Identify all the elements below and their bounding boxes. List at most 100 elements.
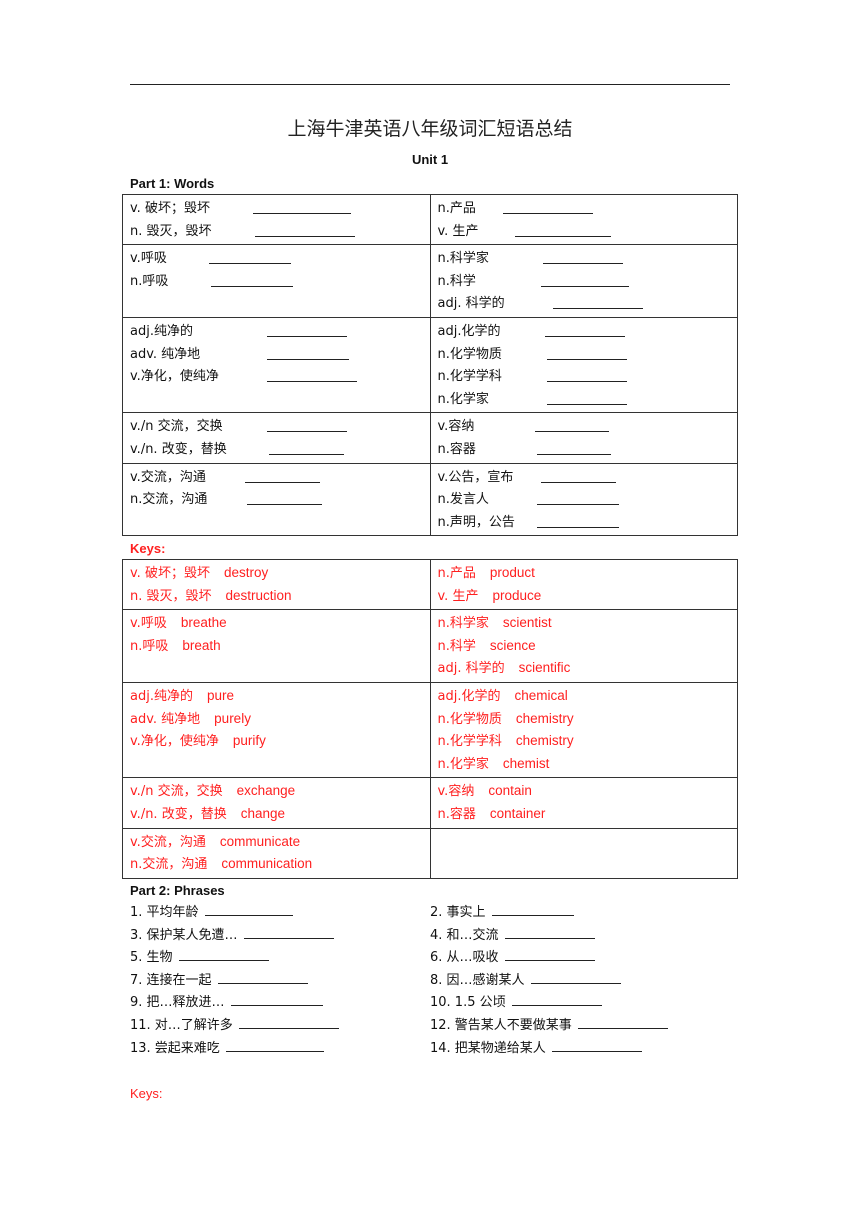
word-entry: v. 生产 bbox=[438, 220, 731, 243]
answer-blank[interactable] bbox=[540, 270, 629, 287]
word-entry: n.交流，沟通 bbox=[130, 488, 423, 511]
word-entry: n.发言人 bbox=[438, 488, 731, 511]
word-group-cell-left: v.呼吸 n.呼吸 bbox=[122, 244, 431, 318]
key-group-cell-left: v./n 交流，交换 exchange v./n. 改变，替换 change bbox=[122, 777, 431, 829]
answer-blank[interactable] bbox=[245, 466, 320, 483]
answer-blank[interactable] bbox=[238, 1014, 339, 1029]
key-definition: n.化学物质 bbox=[437, 711, 502, 727]
word-entry: v.交流，沟通 bbox=[130, 466, 423, 489]
answer-blank[interactable] bbox=[267, 415, 347, 433]
key-definition: v.净化，使纯净 bbox=[130, 734, 219, 750]
answer-blank[interactable] bbox=[502, 197, 593, 214]
phrase-text: 3. 保护某人免遭… bbox=[130, 927, 238, 943]
answer-blank[interactable] bbox=[540, 466, 616, 483]
key-group-cell-right bbox=[429, 827, 738, 879]
word-entry: adj.纯净的 bbox=[130, 320, 423, 343]
word-group-cell-left: v./n 交流，交换 v./n. 改变，替换 bbox=[122, 412, 431, 464]
answer-blank[interactable] bbox=[534, 415, 609, 433]
answer-blank[interactable] bbox=[204, 901, 293, 916]
key-definition: v.交流，沟通 bbox=[130, 834, 206, 850]
key-entry: n.产品 product bbox=[438, 562, 731, 585]
word-definition: v. 破坏；毁坏 bbox=[130, 201, 210, 216]
answer-blank[interactable] bbox=[217, 969, 308, 984]
word-entry: v.公告，宣布 bbox=[438, 466, 731, 489]
answer-blank[interactable] bbox=[253, 197, 351, 214]
key-definition: adj.化学的 bbox=[437, 688, 501, 704]
answer-blank[interactable] bbox=[267, 365, 357, 383]
key-definition: v./n. 改变，替换 bbox=[130, 806, 227, 822]
answer-blank[interactable] bbox=[511, 991, 602, 1007]
phrase-item: 4. 和…交流 bbox=[430, 924, 730, 947]
phrase-row: 13. 尝起来难吃 14. 把某物递给某人 bbox=[130, 1037, 730, 1060]
answer-blank[interactable] bbox=[577, 1014, 668, 1029]
answer-blank[interactable] bbox=[178, 946, 269, 962]
answer-blank[interactable] bbox=[267, 343, 349, 360]
word-definition: n.交流，沟通 bbox=[130, 492, 208, 508]
key-entry: n.呼吸 breath bbox=[130, 635, 423, 658]
answer-blank[interactable] bbox=[514, 220, 611, 237]
phrase-item: 7. 连接在一起 bbox=[130, 969, 430, 992]
word-entry: n. 毁灭，毁坏 bbox=[130, 220, 423, 243]
key-answer: container bbox=[489, 805, 546, 821]
word-definition: n.产品 bbox=[437, 201, 476, 216]
phrase-item: 11. 对…了解许多 bbox=[130, 1014, 430, 1037]
word-entry: n.科学 bbox=[438, 270, 731, 293]
key-entry: v./n 交流，交换 exchange bbox=[130, 780, 423, 803]
answer-blank[interactable] bbox=[211, 270, 293, 287]
phrase-item: 9. 把…释放进… bbox=[130, 991, 430, 1014]
key-answer: change bbox=[240, 805, 285, 821]
answer-blank[interactable] bbox=[230, 991, 323, 1007]
word-group-cell-left: v. 破坏；毁坏 n. 毁灭，毁坏 bbox=[122, 193, 431, 246]
answer-blank[interactable] bbox=[491, 901, 574, 916]
word-definition: n.声明，公告 bbox=[437, 514, 515, 530]
answer-blank[interactable] bbox=[542, 247, 623, 265]
answer-blank[interactable] bbox=[551, 1037, 642, 1052]
answer-blank[interactable] bbox=[269, 438, 344, 455]
phrase-item: 6. 从…吸收 bbox=[430, 946, 730, 969]
phrase-item: 12. 警告某人不要做某事 bbox=[430, 1014, 730, 1037]
key-group-cell-right: n.科学家 scientist n.科学 science adj. 科学的 scienti… bbox=[429, 609, 738, 683]
answer-blank[interactable] bbox=[536, 438, 611, 455]
answer-blank[interactable] bbox=[255, 220, 355, 237]
phrase-item: 3. 保护某人免遭… bbox=[130, 924, 430, 947]
key-definition: n. 毁灭，毁坏 bbox=[130, 588, 212, 604]
key-entry: v. 破坏；毁坏 destroy bbox=[130, 562, 423, 585]
key-entry: n.化学家 chemist bbox=[438, 753, 731, 776]
phrase-text: 12. 警告某人不要做某事 bbox=[430, 1017, 572, 1033]
key-entry: adj.化学的 chemical bbox=[438, 685, 731, 708]
answer-blank[interactable] bbox=[546, 388, 627, 405]
phrase-text: 11. 对…了解许多 bbox=[130, 1017, 233, 1033]
key-entry: adv. 纯净地 purely bbox=[130, 708, 423, 731]
key-definition: v.容纳 bbox=[437, 784, 475, 800]
answer-blank[interactable] bbox=[243, 924, 334, 939]
answer-blank[interactable] bbox=[536, 511, 619, 528]
phrase-text: 9. 把…释放进… bbox=[130, 995, 225, 1011]
key-definition: v. 生产 bbox=[437, 588, 479, 604]
answer-blank[interactable] bbox=[504, 924, 595, 939]
answer-blank[interactable] bbox=[267, 320, 347, 337]
key-definition: n.科学家 bbox=[437, 616, 489, 632]
words-keys-table: v. 破坏；毁坏 destroy n. 毁灭，毁坏 destruction n.产品 pr… bbox=[122, 558, 738, 879]
key-answer: communicate bbox=[219, 833, 301, 849]
answer-blank[interactable] bbox=[546, 343, 627, 360]
answer-blank[interactable] bbox=[247, 488, 322, 506]
answer-blank[interactable] bbox=[536, 488, 619, 506]
answer-blank[interactable] bbox=[225, 1037, 324, 1052]
key-entry: n.交流，沟通 communication bbox=[130, 853, 423, 876]
key-group-row: v.呼吸 breathe n.呼吸 breath n.科学家 scientist n.科学 s… bbox=[122, 609, 738, 683]
answer-blank[interactable] bbox=[544, 320, 625, 337]
key-answer: destruction bbox=[225, 587, 292, 603]
answer-blank[interactable] bbox=[504, 946, 595, 962]
part2-heading: Part 2: Phrases bbox=[130, 883, 225, 898]
answer-blank[interactable] bbox=[546, 365, 627, 383]
answer-blank[interactable] bbox=[530, 969, 621, 984]
answer-blank[interactable] bbox=[209, 247, 291, 265]
word-entry: v.容纳 bbox=[438, 415, 731, 438]
phrase-row: 9. 把…释放进… 10. 1.5 公顷 bbox=[130, 991, 730, 1014]
key-answer: purify bbox=[232, 733, 266, 749]
word-entry: n.科学家 bbox=[438, 247, 731, 270]
phrase-item: 5. 生物 bbox=[130, 946, 430, 969]
key-definition: v. 破坏；毁坏 bbox=[130, 566, 210, 581]
answer-blank[interactable] bbox=[552, 292, 643, 310]
key-answer: chemistry bbox=[515, 710, 574, 726]
